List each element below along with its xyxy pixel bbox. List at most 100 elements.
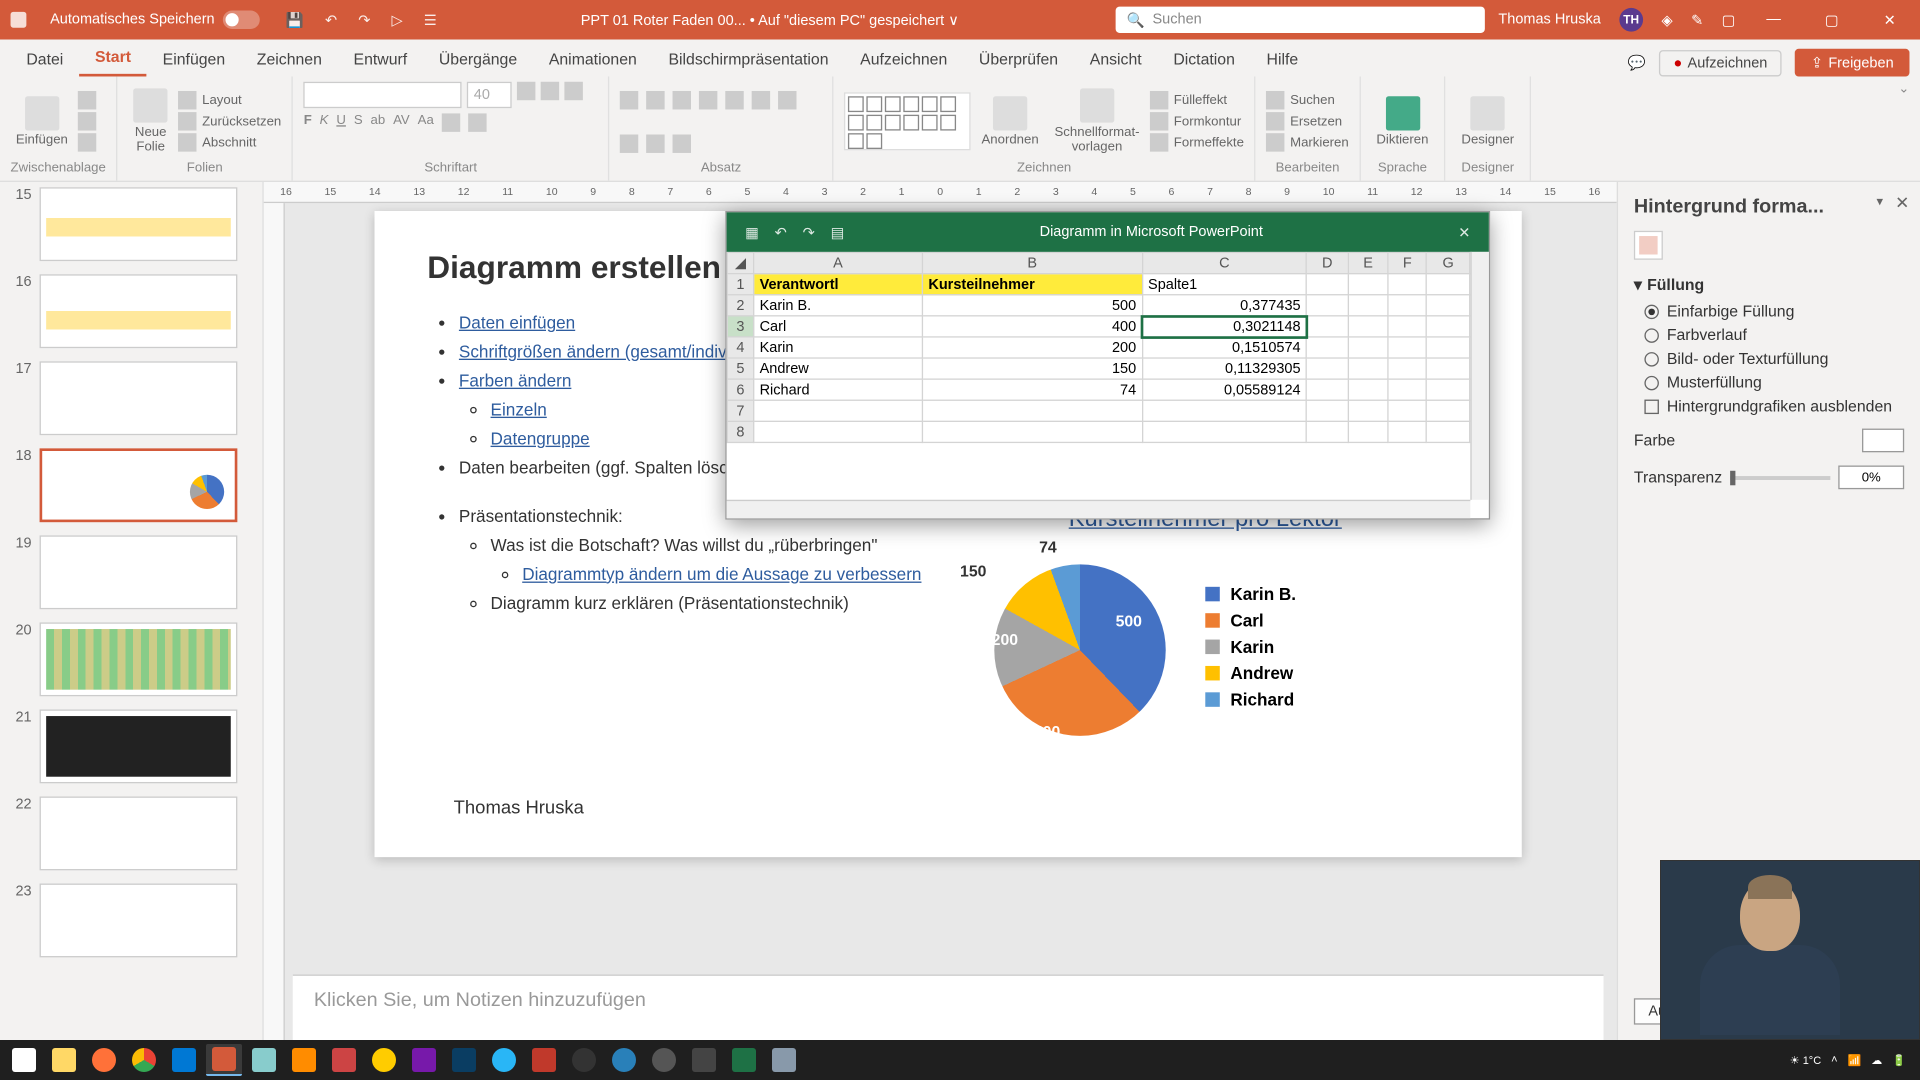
tray-battery-icon[interactable]: 🔋 xyxy=(1892,1054,1906,1067)
cell-b6[interactable]: 74 xyxy=(922,379,1142,400)
section-button[interactable]: Abschnitt xyxy=(178,133,281,151)
font-size-select[interactable]: 40 xyxy=(467,82,512,108)
radio-picture-fill[interactable]: Bild- oder Texturfüllung xyxy=(1644,349,1904,367)
col-header-g[interactable]: G xyxy=(1427,253,1470,274)
tb-app-1[interactable] xyxy=(246,1044,282,1076)
tb-onenote[interactable] xyxy=(406,1044,442,1076)
record-button[interactable]: ●Aufzeichnen xyxy=(1659,49,1782,75)
bullet-3[interactable]: Farben ändern xyxy=(459,371,571,391)
save-icon[interactable]: 💾 xyxy=(286,11,304,28)
cell-a5[interactable]: Andrew xyxy=(754,358,923,379)
window-icon[interactable]: ▢ xyxy=(1722,11,1736,28)
excel-grid[interactable]: ◢ A B C D E F G 1 Verantwortl Kursteilne… xyxy=(727,252,1471,443)
user-name[interactable]: Thomas Hruska xyxy=(1498,12,1600,28)
shapes-gallery[interactable] xyxy=(844,92,971,150)
tab-hilfe[interactable]: Hilfe xyxy=(1251,42,1314,76)
shape-outline-button[interactable]: Formkontur xyxy=(1150,112,1244,130)
transparency-input[interactable] xyxy=(1838,466,1904,490)
tab-dictation[interactable]: Dictation xyxy=(1157,42,1250,76)
copy-button[interactable] xyxy=(78,112,96,130)
designer-button[interactable]: Designer xyxy=(1456,93,1519,150)
justify-button[interactable] xyxy=(647,134,665,152)
tb-file-explorer[interactable] xyxy=(46,1044,82,1076)
cell-b3[interactable]: 400 xyxy=(922,316,1142,337)
tab-uebergaenge[interactable]: Übergänge xyxy=(423,42,533,76)
align-left-button[interactable] xyxy=(752,90,770,108)
excel-undo-icon[interactable]: ↶ xyxy=(767,224,795,241)
tb-app-9[interactable] xyxy=(766,1044,802,1076)
touch-mode-icon[interactable]: ☰ xyxy=(424,11,437,28)
col-header-f[interactable]: F xyxy=(1388,253,1427,274)
cell-b1[interactable]: Kursteilnehmer xyxy=(922,274,1142,295)
radio-solid-fill[interactable]: Einfarbige Füllung xyxy=(1644,302,1904,320)
close-button[interactable]: ✕ xyxy=(1870,11,1910,28)
search-box[interactable]: 🔍 Suchen xyxy=(1116,7,1485,33)
shape-fill-button[interactable]: Fülleffekt xyxy=(1150,91,1244,109)
author-name[interactable]: Thomas Hruska xyxy=(454,796,584,817)
shape-effects-button[interactable]: Formeffekte xyxy=(1150,133,1244,151)
maximize-button[interactable]: ▢ xyxy=(1812,11,1852,28)
notes-pane[interactable]: Klicken Sie, um Notizen hinzuzufügen xyxy=(293,975,1604,1041)
cell-a1[interactable]: Verantwortl xyxy=(754,274,923,295)
excel-edit-icon[interactable]: ▤ xyxy=(823,224,853,241)
tb-chrome[interactable] xyxy=(126,1044,162,1076)
bullets-button[interactable] xyxy=(620,90,638,108)
font-color-button[interactable] xyxy=(468,113,486,131)
new-slide-button[interactable]: Neue Folie xyxy=(128,86,173,157)
cell-b2[interactable]: 500 xyxy=(922,295,1142,316)
diamond-icon[interactable]: ◈ xyxy=(1661,11,1672,28)
col-header-c[interactable]: C xyxy=(1142,253,1306,274)
arrange-button[interactable]: Anordnen xyxy=(976,93,1044,150)
pie-graphic[interactable] xyxy=(994,564,1165,735)
tb-app-8[interactable] xyxy=(646,1044,682,1076)
cell-b4[interactable]: 200 xyxy=(922,337,1142,358)
tab-datei[interactable]: Datei xyxy=(11,42,80,76)
clear-format-icon[interactable] xyxy=(565,82,583,100)
tb-telegram[interactable] xyxy=(486,1044,522,1076)
decrease-indent-button[interactable] xyxy=(673,90,691,108)
tb-app-3[interactable] xyxy=(366,1044,402,1076)
tb-outlook[interactable] xyxy=(166,1044,202,1076)
bullet-1[interactable]: Daten einfügen xyxy=(459,313,575,333)
bullet-3a[interactable]: Einzeln xyxy=(491,400,547,420)
paste-button[interactable]: Einfügen xyxy=(11,93,74,150)
font-family-select[interactable] xyxy=(304,82,462,108)
tray-network-icon[interactable]: 📶 xyxy=(1848,1054,1862,1067)
redo-icon[interactable]: ↷ xyxy=(358,11,370,28)
transparency-slider[interactable] xyxy=(1730,475,1830,479)
tab-entwurf[interactable]: Entwurf xyxy=(338,42,423,76)
share-button[interactable]: ⇪Freigeben xyxy=(1795,49,1909,77)
cell-a4[interactable]: Karin xyxy=(754,337,923,358)
excel-scrollbar-h[interactable] xyxy=(727,500,1471,518)
cell-a3[interactable]: Carl xyxy=(754,316,923,337)
numbering-button[interactable] xyxy=(647,90,665,108)
find-button[interactable]: Suchen xyxy=(1266,91,1348,109)
start-button[interactable] xyxy=(6,1044,42,1076)
collapse-ribbon-icon[interactable]: ⌄ xyxy=(1898,82,1909,97)
spacing-button[interactable]: AV xyxy=(393,113,410,131)
cell-c6[interactable]: 0,05589124 xyxy=(1142,379,1306,400)
weather-widget[interactable]: ☀ 1°C xyxy=(1790,1054,1821,1067)
tb-app-5[interactable] xyxy=(526,1044,562,1076)
bullet-5a1[interactable]: Diagrammtyp ändern um die Aussage zu ver… xyxy=(522,564,921,584)
strikethrough-button[interactable]: S xyxy=(354,113,363,131)
tb-app-2[interactable] xyxy=(326,1044,362,1076)
cell-c1[interactable]: Spalte1 xyxy=(1142,274,1306,295)
document-title[interactable]: PPT 01 Roter Faden 00... • Auf "diesem P… xyxy=(581,11,959,28)
color-picker[interactable] xyxy=(1862,429,1904,453)
tab-einfuegen[interactable]: Einfügen xyxy=(147,42,241,76)
col-header-a[interactable]: A xyxy=(754,253,923,274)
slide-thumb-22[interactable] xyxy=(40,796,238,870)
tray-chevron-icon[interactable]: ˄ xyxy=(1831,1054,1837,1066)
comments-icon[interactable]: 💬 xyxy=(1628,54,1646,71)
align-center-button[interactable] xyxy=(778,90,796,108)
cell-c4[interactable]: 0,1510574 xyxy=(1142,337,1306,358)
tb-powerpoint[interactable] xyxy=(206,1044,242,1076)
pane-minimize-icon[interactable]: ▾ xyxy=(1876,195,1883,210)
dictate-button[interactable]: Diktieren xyxy=(1371,93,1434,150)
excel-save-icon[interactable]: ▦ xyxy=(737,224,767,241)
tray-cloud-icon[interactable]: ☁ xyxy=(1871,1054,1882,1067)
layout-button[interactable]: Layout xyxy=(178,91,281,109)
undo-icon[interactable]: ↶ xyxy=(325,11,337,28)
shadow-button[interactable]: ab xyxy=(371,113,386,131)
